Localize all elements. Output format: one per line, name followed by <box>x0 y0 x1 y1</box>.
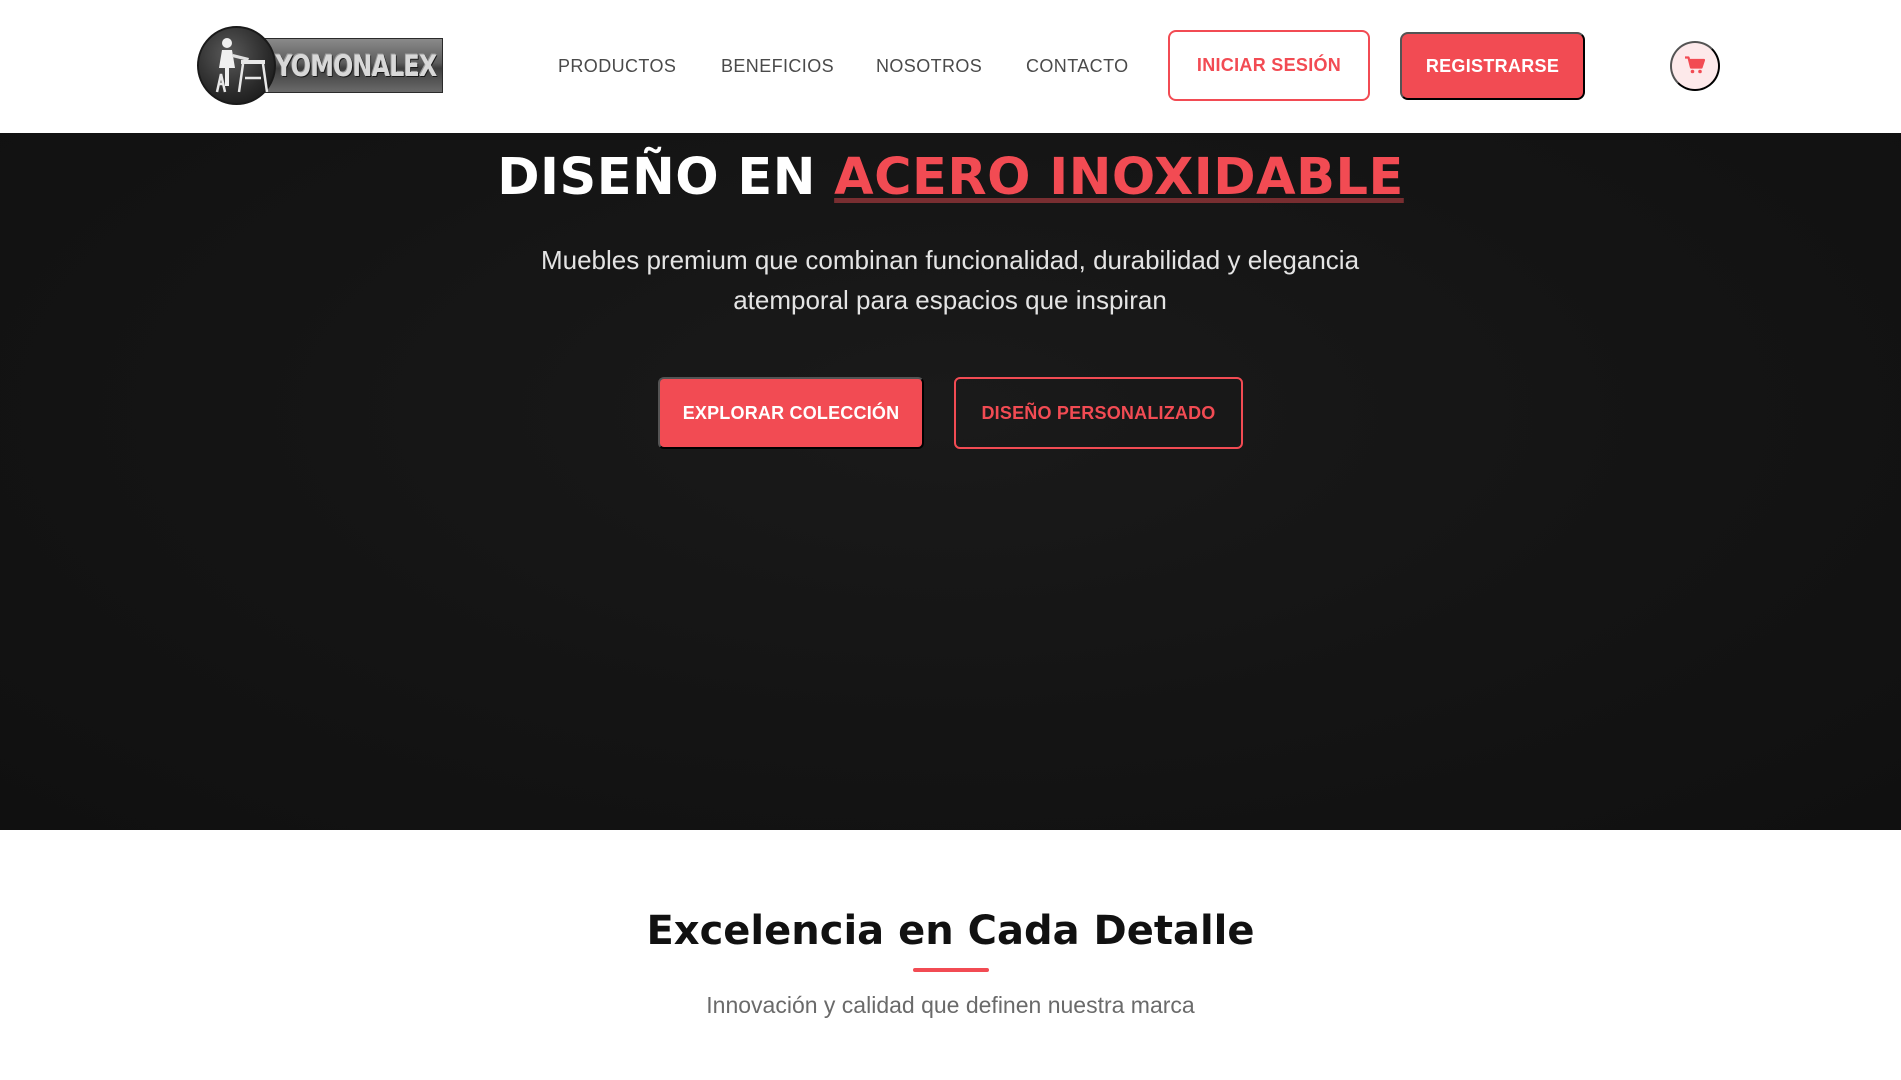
custom-design-button[interactable]: DISEÑO PERSONALIZADO <box>954 377 1243 449</box>
logo-plate: YOMONALEX <box>247 38 443 93</box>
login-button[interactable]: INICIAR SESIÓN <box>1168 30 1370 101</box>
hero-section: DISEÑO EN ACERO INOXIDABLE Muebles premi… <box>0 133 1901 830</box>
page: YOMONALEX PRODUCTOS BENEFICIOS NOSOTROS … <box>0 0 1901 1080</box>
brand-name: YOMONALEX <box>274 48 437 83</box>
site-header: YOMONALEX PRODUCTOS BENEFICIOS NOSOTROS … <box>0 0 1901 133</box>
nav-item-contacto[interactable]: CONTACTO <box>1026 56 1129 77</box>
brand-logo[interactable]: YOMONALEX <box>197 26 447 105</box>
hero-title-main: DISEÑO EN <box>497 148 835 207</box>
craftsman-emblem-icon <box>197 26 276 105</box>
nav-item-productos[interactable]: PRODUCTOS <box>558 56 676 77</box>
hero-subtitle: Muebles premium que combinan funcionalid… <box>540 245 1360 315</box>
nav-item-nosotros[interactable]: NOSOTROS <box>876 56 982 77</box>
hero-title: DISEÑO EN ACERO INOXIDABLE <box>0 148 1901 207</box>
section-title: Excelencia en Cada Detalle <box>646 908 1255 954</box>
explore-collection-button[interactable]: EXPLORAR COLECCIÓN <box>658 377 924 449</box>
register-button[interactable]: REGISTRARSE <box>1400 32 1585 100</box>
nav-item-beneficios[interactable]: BENEFICIOS <box>721 56 834 77</box>
cart-button[interactable] <box>1670 41 1720 91</box>
cart-icon <box>1685 55 1706 77</box>
section-divider <box>913 968 989 972</box>
section-subtitle: Innovación y calidad que definen nuestra… <box>706 992 1195 1018</box>
hero-title-accent: ACERO INOXIDABLE <box>834 148 1404 207</box>
